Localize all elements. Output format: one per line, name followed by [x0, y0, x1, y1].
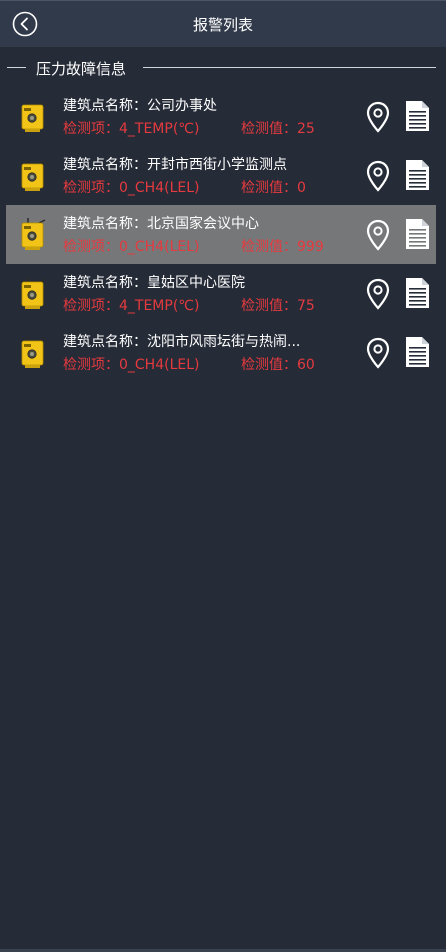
- sensor-device-icon: [21, 100, 46, 132]
- section-title: 压力故障信息: [36, 60, 127, 78]
- alarm-row[interactable]: 建筑点名称：皇姑区中心医院 检测项：4_TEMP(℃) 检测值：75: [6, 264, 436, 323]
- section-header: 压力故障信息: [0, 56, 446, 78]
- detection-value: 检测值：60: [241, 357, 315, 373]
- page-title: 报警列表: [192, 16, 253, 34]
- detection-item: 检测项：4_TEMP(℃): [63, 121, 200, 137]
- detection-item: 检测项：4_TEMP(℃): [63, 298, 200, 314]
- sensor-device-icon: [21, 159, 46, 191]
- alarm-list: 建筑点名称：公司办事处 检测项：4_TEMP(℃) 检测值：25 建筑点名称：开…: [6, 87, 436, 382]
- document-icon[interactable]: [405, 218, 430, 250]
- detection-value: 检测值：75: [241, 298, 315, 314]
- detection-item: 检测项：0_CH4(LEL): [63, 357, 200, 373]
- document-icon[interactable]: [405, 159, 430, 191]
- alarm-row[interactable]: 建筑点名称：沈阳市风雨坛街与热闹... 检测项：0_CH4(LEL) 检测值：6…: [6, 323, 436, 382]
- building-name: 建筑点名称：公司办事处: [63, 98, 217, 114]
- alarm-row[interactable]: 建筑点名称：公司办事处 检测项：4_TEMP(℃) 检测值：25: [6, 87, 436, 146]
- alarm-row-selected[interactable]: 建筑点名称：北京国家会议中心 检测项：0_CH4(LEL) 检测值：999: [6, 205, 436, 264]
- divider-left: [7, 67, 26, 68]
- building-name: 建筑点名称：皇姑区中心医院: [63, 275, 245, 291]
- building-name: 建筑点名称：开封市西街小学监测点: [63, 157, 287, 173]
- location-pin-icon[interactable]: [366, 101, 390, 133]
- detection-item: 检测项：0_CH4(LEL): [63, 180, 200, 196]
- document-icon[interactable]: [405, 100, 430, 132]
- location-pin-icon[interactable]: [366, 278, 390, 310]
- building-name: 建筑点名称：沈阳市风雨坛街与热闹...: [63, 334, 301, 350]
- detection-value: 检测值：25: [241, 121, 315, 137]
- sensor-device-icon: [21, 336, 46, 368]
- alarm-row[interactable]: 建筑点名称：开封市西街小学监测点 检测项：0_CH4(LEL) 检测值：0: [6, 146, 436, 205]
- sensor-device-icon: [21, 277, 46, 309]
- top-bar: 报警列表: [0, 0, 446, 47]
- sensor-device-icon: [21, 218, 46, 250]
- detection-value: 检测值：999: [241, 239, 324, 255]
- divider-right: [143, 67, 436, 68]
- document-icon[interactable]: [405, 277, 430, 309]
- detection-item: 检测项：0_CH4(LEL): [63, 239, 200, 255]
- building-name: 建筑点名称：北京国家会议中心: [63, 216, 259, 232]
- location-pin-icon[interactable]: [366, 337, 390, 369]
- detection-value: 检测值：0: [241, 180, 306, 196]
- document-icon[interactable]: [405, 336, 430, 368]
- location-pin-icon[interactable]: [366, 160, 390, 192]
- location-pin-icon[interactable]: [366, 219, 390, 251]
